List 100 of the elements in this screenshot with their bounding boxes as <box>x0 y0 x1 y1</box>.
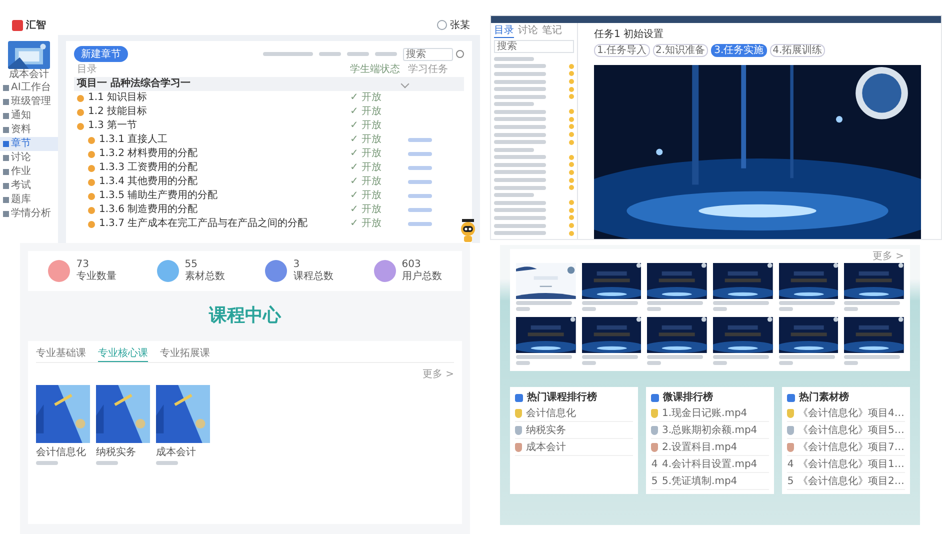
status-text: ✓ 开放 <box>350 161 383 175</box>
category-tab[interactable]: 专业核心课 <box>98 347 148 362</box>
blurred-text <box>494 102 534 106</box>
nav-icon <box>3 113 9 119</box>
task-tag[interactable] <box>408 222 432 226</box>
nav-icon <box>3 127 9 133</box>
step-tab[interactable]: 3.任务实施 <box>711 44 767 57</box>
blurred-text <box>156 461 178 465</box>
task-tag[interactable] <box>408 138 432 142</box>
blurred-text <box>494 140 546 144</box>
blurred-text <box>713 361 727 365</box>
ranking-item[interactable]: 纳税实务 <box>526 423 566 437</box>
circle-icon <box>77 108 84 116</box>
column-header: 目录 <box>76 63 98 77</box>
rank-number: 5 <box>651 476 658 486</box>
ranking-item[interactable]: 《会计信息化》项目1… <box>798 457 904 471</box>
column-header: 学生端状态 <box>350 63 401 77</box>
task-tag[interactable] <box>408 166 432 170</box>
course-title[interactable]: 纳税实务 <box>96 445 150 459</box>
ranking-item[interactable]: 2.设置科目.mp4 <box>662 440 738 454</box>
blurred-text <box>494 231 546 236</box>
circle-icon <box>569 170 574 175</box>
section-title[interactable]: 1.1 知识目标 <box>88 91 148 105</box>
sidebar-tab[interactable]: 笔记 <box>542 25 562 38</box>
blurred-text <box>494 80 546 84</box>
category-tab[interactable]: 专业拓展课 <box>160 347 210 362</box>
ranking-item[interactable]: 《会计信息化》项目7… <box>798 440 904 454</box>
sidebar-tab[interactable]: 目录 <box>494 25 514 38</box>
circle-icon <box>569 215 574 220</box>
section-title[interactable]: 1.3.3 工资费用的分配 <box>99 161 198 175</box>
sidebar-tab[interactable]: 讨论 <box>518 25 538 38</box>
ranking-item[interactable]: 《会计信息化》项目4… <box>798 406 904 420</box>
stat-value: 55 <box>184 259 198 270</box>
course-title[interactable]: 成本会计 <box>156 445 210 459</box>
sidebar-item[interactable]: 通知 <box>0 109 58 123</box>
task-tag[interactable] <box>408 152 432 156</box>
blurred-text <box>494 148 534 152</box>
search-field[interactable]: 搜索 <box>403 48 453 60</box>
sidebar-item[interactable]: 资料 <box>0 123 58 137</box>
status-text: ✓ 开放 <box>350 189 383 203</box>
ranking-item[interactable]: 4.会计科目设置.mp4 <box>662 457 758 471</box>
blurred-text <box>516 307 530 311</box>
task-tag[interactable] <box>408 208 432 212</box>
ranking-item[interactable]: 《会计信息化》项目2… <box>798 474 904 488</box>
section-title[interactable]: 1.3.2 材料费用的分配 <box>99 147 198 161</box>
sidebar-item[interactable]: 章节 <box>0 137 58 151</box>
section-title[interactable]: 1.3.7 生产成本在完工产品与在产品之间的分配 <box>99 217 308 231</box>
blurred-text <box>494 94 546 99</box>
section-title[interactable]: 1.3.5 辅助生产费用的分配 <box>99 189 218 203</box>
step-tab[interactable]: 1.任务导入 <box>594 44 650 57</box>
sidebar-item[interactable]: 作业 <box>0 165 58 179</box>
ranking-item[interactable]: 1.现金日记账.mp4 <box>662 406 748 420</box>
circle-icon <box>77 94 84 102</box>
rank-number: 4 <box>787 458 794 470</box>
circle-icon <box>569 140 574 145</box>
section-title[interactable]: 1.2 技能目标 <box>88 105 148 119</box>
list-icon <box>787 394 795 402</box>
list-icon <box>515 394 523 402</box>
sidebar-item[interactable]: 讨论 <box>0 151 58 165</box>
blurred-text <box>494 132 546 137</box>
circle-icon <box>88 220 95 228</box>
sidebar-item[interactable]: 题库 <box>0 193 58 207</box>
section-title[interactable]: 1.3 第一节 <box>88 119 138 133</box>
category-tab[interactable]: 专业基础课 <box>36 347 86 362</box>
ranking-item[interactable]: 5.凭证填制.mp4 <box>662 474 738 488</box>
ranking-item[interactable]: 3.总账期初余额.mp4 <box>662 423 758 437</box>
new-chapter-button[interactable]: 新建章节 <box>74 46 128 62</box>
blurred-text <box>516 355 572 359</box>
blurred-text <box>494 186 546 190</box>
section-title[interactable]: 1.3.4 其他费用的分配 <box>99 175 198 189</box>
blurred-text <box>494 216 546 220</box>
search-field[interactable]: 搜索 <box>494 40 574 53</box>
ranking-item[interactable]: 成本会计 <box>526 440 566 454</box>
ranking-item[interactable]: 会计信息化 <box>526 406 576 420</box>
step-tab[interactable]: 4.拓展训练 <box>770 44 826 57</box>
circle-icon <box>569 86 574 92</box>
sidebar-item[interactable]: 考试 <box>0 179 58 193</box>
circle-icon <box>88 206 95 214</box>
blurred-text <box>582 307 596 311</box>
user-name[interactable]: 张某 <box>450 18 470 32</box>
circle-icon <box>569 230 574 236</box>
sidebar-item[interactable]: 班级管理 <box>0 95 58 109</box>
blurred-text <box>778 355 835 359</box>
task-tag[interactable] <box>408 180 432 184</box>
blurred-text <box>494 124 546 129</box>
sidebar-item[interactable]: AI工作台 <box>0 81 58 95</box>
course-title[interactable]: 会计信息化 <box>36 445 90 459</box>
sidebar-item[interactable]: 学情分析 <box>0 207 58 221</box>
ranking-item[interactable]: 《会计信息化》项目5… <box>798 423 904 437</box>
blurred-text <box>582 301 638 305</box>
blurred-text <box>844 301 900 305</box>
chapter-group-row[interactable]: 项目一 品种法综合学习一 <box>74 77 464 91</box>
task-tag[interactable] <box>408 194 432 198</box>
panel-title: 热门课程排行榜 <box>527 391 597 405</box>
stat-value: 3 <box>293 259 301 271</box>
nav-icon <box>3 141 9 147</box>
section-title[interactable]: 1.3.1 直接人工 <box>99 133 168 147</box>
section-title[interactable]: 1.3.6 制造费用的分配 <box>99 203 198 217</box>
blurred-text <box>96 461 118 465</box>
step-tab[interactable]: 2.知识准备 <box>652 44 708 57</box>
